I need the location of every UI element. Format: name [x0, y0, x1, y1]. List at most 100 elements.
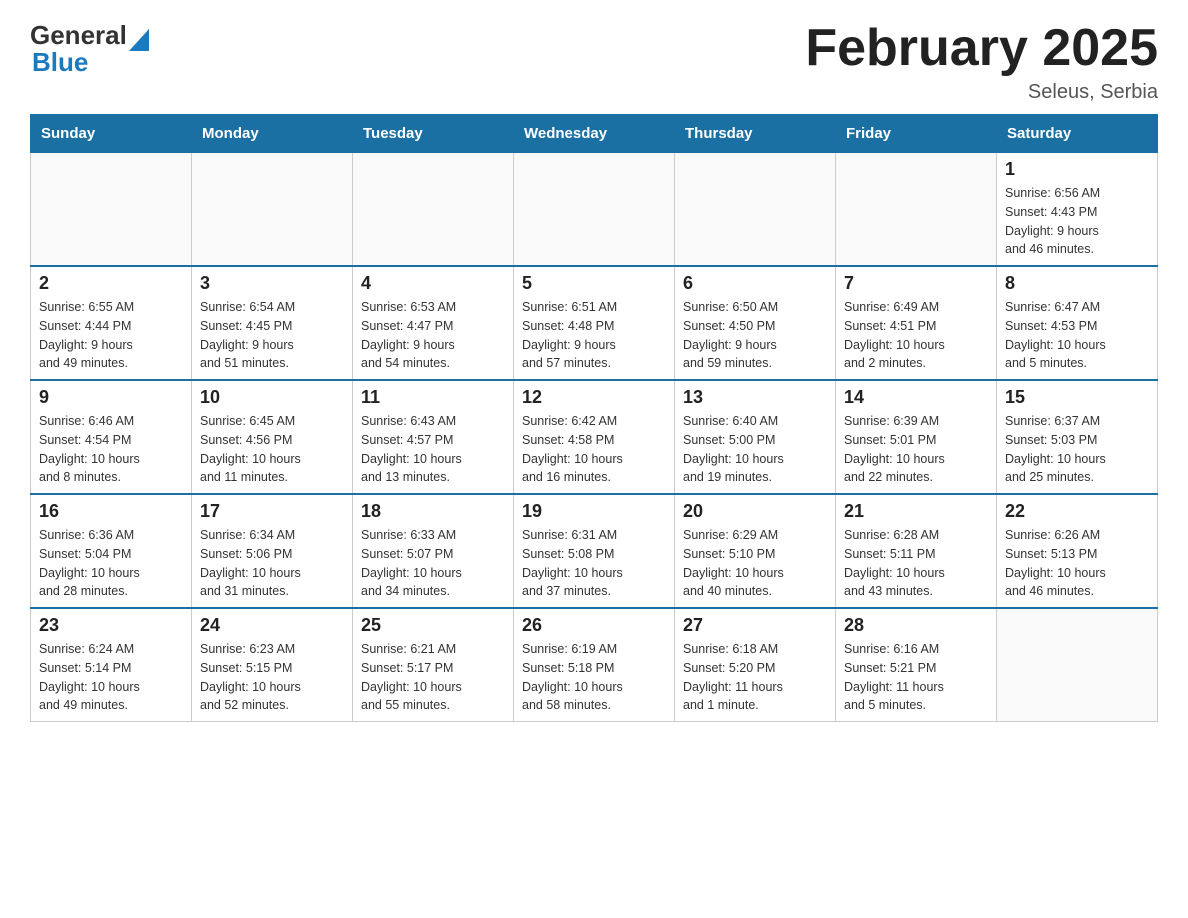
day-number: 16: [39, 501, 183, 522]
day-info: Sunrise: 6:31 AMSunset: 5:08 PMDaylight:…: [522, 526, 666, 601]
day-info: Sunrise: 6:47 AMSunset: 4:53 PMDaylight:…: [1005, 298, 1149, 373]
day-info: Sunrise: 6:28 AMSunset: 5:11 PMDaylight:…: [844, 526, 988, 601]
header-saturday: Saturday: [997, 115, 1158, 153]
logo-blue-text: Blue: [32, 47, 88, 78]
table-row: [353, 153, 514, 267]
day-info: Sunrise: 6:53 AMSunset: 4:47 PMDaylight:…: [361, 298, 505, 373]
table-row: 9 Sunrise: 6:46 AMSunset: 4:54 PMDaylight…: [31, 380, 192, 494]
day-number: 3: [200, 273, 344, 294]
table-row: 5 Sunrise: 6:51 AMSunset: 4:48 PMDaylight…: [514, 266, 675, 380]
table-row: 24 Sunrise: 6:23 AMSunset: 5:15 PMDayligh…: [192, 608, 353, 722]
day-number: 10: [200, 387, 344, 408]
day-number: 27: [683, 615, 827, 636]
day-info: Sunrise: 6:37 AMSunset: 5:03 PMDaylight:…: [1005, 412, 1149, 487]
calendar-table: Sunday Monday Tuesday Wednesday Thursday…: [30, 114, 1158, 722]
day-number: 28: [844, 615, 988, 636]
day-info: Sunrise: 6:29 AMSunset: 5:10 PMDaylight:…: [683, 526, 827, 601]
day-info: Sunrise: 6:50 AMSunset: 4:50 PMDaylight:…: [683, 298, 827, 373]
day-info: Sunrise: 6:56 AMSunset: 4:43 PMDaylight:…: [1005, 184, 1149, 259]
day-info: Sunrise: 6:42 AMSunset: 4:58 PMDaylight:…: [522, 412, 666, 487]
day-number: 2: [39, 273, 183, 294]
table-row: 17 Sunrise: 6:34 AMSunset: 5:06 PMDayligh…: [192, 494, 353, 608]
day-info: Sunrise: 6:36 AMSunset: 5:04 PMDaylight:…: [39, 526, 183, 601]
day-info: Sunrise: 6:40 AMSunset: 5:00 PMDaylight:…: [683, 412, 827, 487]
table-row: 27 Sunrise: 6:18 AMSunset: 5:20 PMDayligh…: [675, 608, 836, 722]
table-row: 4 Sunrise: 6:53 AMSunset: 4:47 PMDaylight…: [353, 266, 514, 380]
table-row: 21 Sunrise: 6:28 AMSunset: 5:11 PMDayligh…: [836, 494, 997, 608]
calendar-week-row: 1 Sunrise: 6:56 AMSunset: 4:43 PMDaylight…: [31, 153, 1158, 267]
day-number: 9: [39, 387, 183, 408]
table-row: 1 Sunrise: 6:56 AMSunset: 4:43 PMDaylight…: [997, 153, 1158, 267]
day-info: Sunrise: 6:21 AMSunset: 5:17 PMDaylight:…: [361, 640, 505, 715]
logo-triangle-icon: [129, 29, 149, 51]
day-info: Sunrise: 6:19 AMSunset: 5:18 PMDaylight:…: [522, 640, 666, 715]
day-info: Sunrise: 6:54 AMSunset: 4:45 PMDaylight:…: [200, 298, 344, 373]
table-row: [836, 153, 997, 267]
day-info: Sunrise: 6:49 AMSunset: 4:51 PMDaylight:…: [844, 298, 988, 373]
table-row: 15 Sunrise: 6:37 AMSunset: 5:03 PMDayligh…: [997, 380, 1158, 494]
day-info: Sunrise: 6:26 AMSunset: 5:13 PMDaylight:…: [1005, 526, 1149, 601]
table-row: 6 Sunrise: 6:50 AMSunset: 4:50 PMDaylight…: [675, 266, 836, 380]
header-friday: Friday: [836, 115, 997, 153]
calendar-week-row: 23 Sunrise: 6:24 AMSunset: 5:14 PMDayligh…: [31, 608, 1158, 722]
calendar-week-row: 2Sunrise: 6:55 AMSunset: 4:44 PMDaylight…: [31, 266, 1158, 380]
day-number: 14: [844, 387, 988, 408]
table-row: [675, 153, 836, 267]
day-number: 1: [1005, 159, 1149, 180]
table-row: 3 Sunrise: 6:54 AMSunset: 4:45 PMDaylight…: [192, 266, 353, 380]
table-row: 28 Sunrise: 6:16 AMSunset: 5:21 PMDayligh…: [836, 608, 997, 722]
day-number: 8: [1005, 273, 1149, 294]
table-row: [514, 153, 675, 267]
day-info: Sunrise: 6:33 AMSunset: 5:07 PMDaylight:…: [361, 526, 505, 601]
header-wednesday: Wednesday: [514, 115, 675, 153]
day-info: Sunrise: 6:43 AMSunset: 4:57 PMDaylight:…: [361, 412, 505, 487]
table-row: 23 Sunrise: 6:24 AMSunset: 5:14 PMDayligh…: [31, 608, 192, 722]
day-info: Sunrise: 6:23 AMSunset: 5:15 PMDaylight:…: [200, 640, 344, 715]
table-row: 22 Sunrise: 6:26 AMSunset: 5:13 PMDayligh…: [997, 494, 1158, 608]
calendar-week-row: 16 Sunrise: 6:36 AMSunset: 5:04 PMDayligh…: [31, 494, 1158, 608]
header-sunday: Sunday: [31, 115, 192, 153]
day-number: 11: [361, 387, 505, 408]
day-number: 25: [361, 615, 505, 636]
day-number: 17: [200, 501, 344, 522]
header-monday: Monday: [192, 115, 353, 153]
day-number: 19: [522, 501, 666, 522]
day-number: 5: [522, 273, 666, 294]
day-number: 21: [844, 501, 988, 522]
day-number: 13: [683, 387, 827, 408]
day-number: 15: [1005, 387, 1149, 408]
day-number: 22: [1005, 501, 1149, 522]
day-info: Sunrise: 6:18 AMSunset: 5:20 PMDaylight:…: [683, 640, 827, 715]
table-row: 7 Sunrise: 6:49 AMSunset: 4:51 PMDaylight…: [836, 266, 997, 380]
day-number: 23: [39, 615, 183, 636]
table-row: 14Sunrise: 6:39 AMSunset: 5:01 PMDayligh…: [836, 380, 997, 494]
logo: General Blue: [30, 20, 149, 78]
day-info: Sunrise: 6:16 AMSunset: 5:21 PMDaylight:…: [844, 640, 988, 715]
table-row: 19 Sunrise: 6:31 AMSunset: 5:08 PMDayligh…: [514, 494, 675, 608]
table-row: [31, 153, 192, 267]
day-info: Sunrise: 6:51 AMSunset: 4:48 PMDaylight:…: [522, 298, 666, 373]
table-row: 13 Sunrise: 6:40 AMSunset: 5:00 PMDayligh…: [675, 380, 836, 494]
day-info: Sunrise: 6:46 AMSunset: 4:54 PMDaylight:…: [39, 412, 183, 487]
calendar-week-row: 9 Sunrise: 6:46 AMSunset: 4:54 PMDaylight…: [31, 380, 1158, 494]
day-info: Sunrise: 6:45 AMSunset: 4:56 PMDaylight:…: [200, 412, 344, 487]
day-info: Sunrise: 6:24 AMSunset: 5:14 PMDaylight:…: [39, 640, 183, 715]
day-number: 26: [522, 615, 666, 636]
title-block: February 2025 Seleus, Serbia: [805, 20, 1158, 104]
table-row: 2Sunrise: 6:55 AMSunset: 4:44 PMDaylight…: [31, 266, 192, 380]
weekday-header-row: Sunday Monday Tuesday Wednesday Thursday…: [31, 115, 1158, 153]
page-header: General Blue February 2025 Seleus, Serbi…: [30, 20, 1158, 104]
day-number: 24: [200, 615, 344, 636]
table-row: 10 Sunrise: 6:45 AMSunset: 4:56 PMDayligh…: [192, 380, 353, 494]
day-number: 4: [361, 273, 505, 294]
day-number: 6: [683, 273, 827, 294]
table-row: 20Sunrise: 6:29 AMSunset: 5:10 PMDayligh…: [675, 494, 836, 608]
day-number: 12: [522, 387, 666, 408]
day-number: 18: [361, 501, 505, 522]
day-info: Sunrise: 6:34 AMSunset: 5:06 PMDaylight:…: [200, 526, 344, 601]
calendar-subtitle: Seleus, Serbia: [805, 81, 1158, 104]
table-row: 16 Sunrise: 6:36 AMSunset: 5:04 PMDayligh…: [31, 494, 192, 608]
day-number: 7: [844, 273, 988, 294]
table-row: 26 Sunrise: 6:19 AMSunset: 5:18 PMDayligh…: [514, 608, 675, 722]
table-row: 8 Sunrise: 6:47 AMSunset: 4:53 PMDaylight…: [997, 266, 1158, 380]
